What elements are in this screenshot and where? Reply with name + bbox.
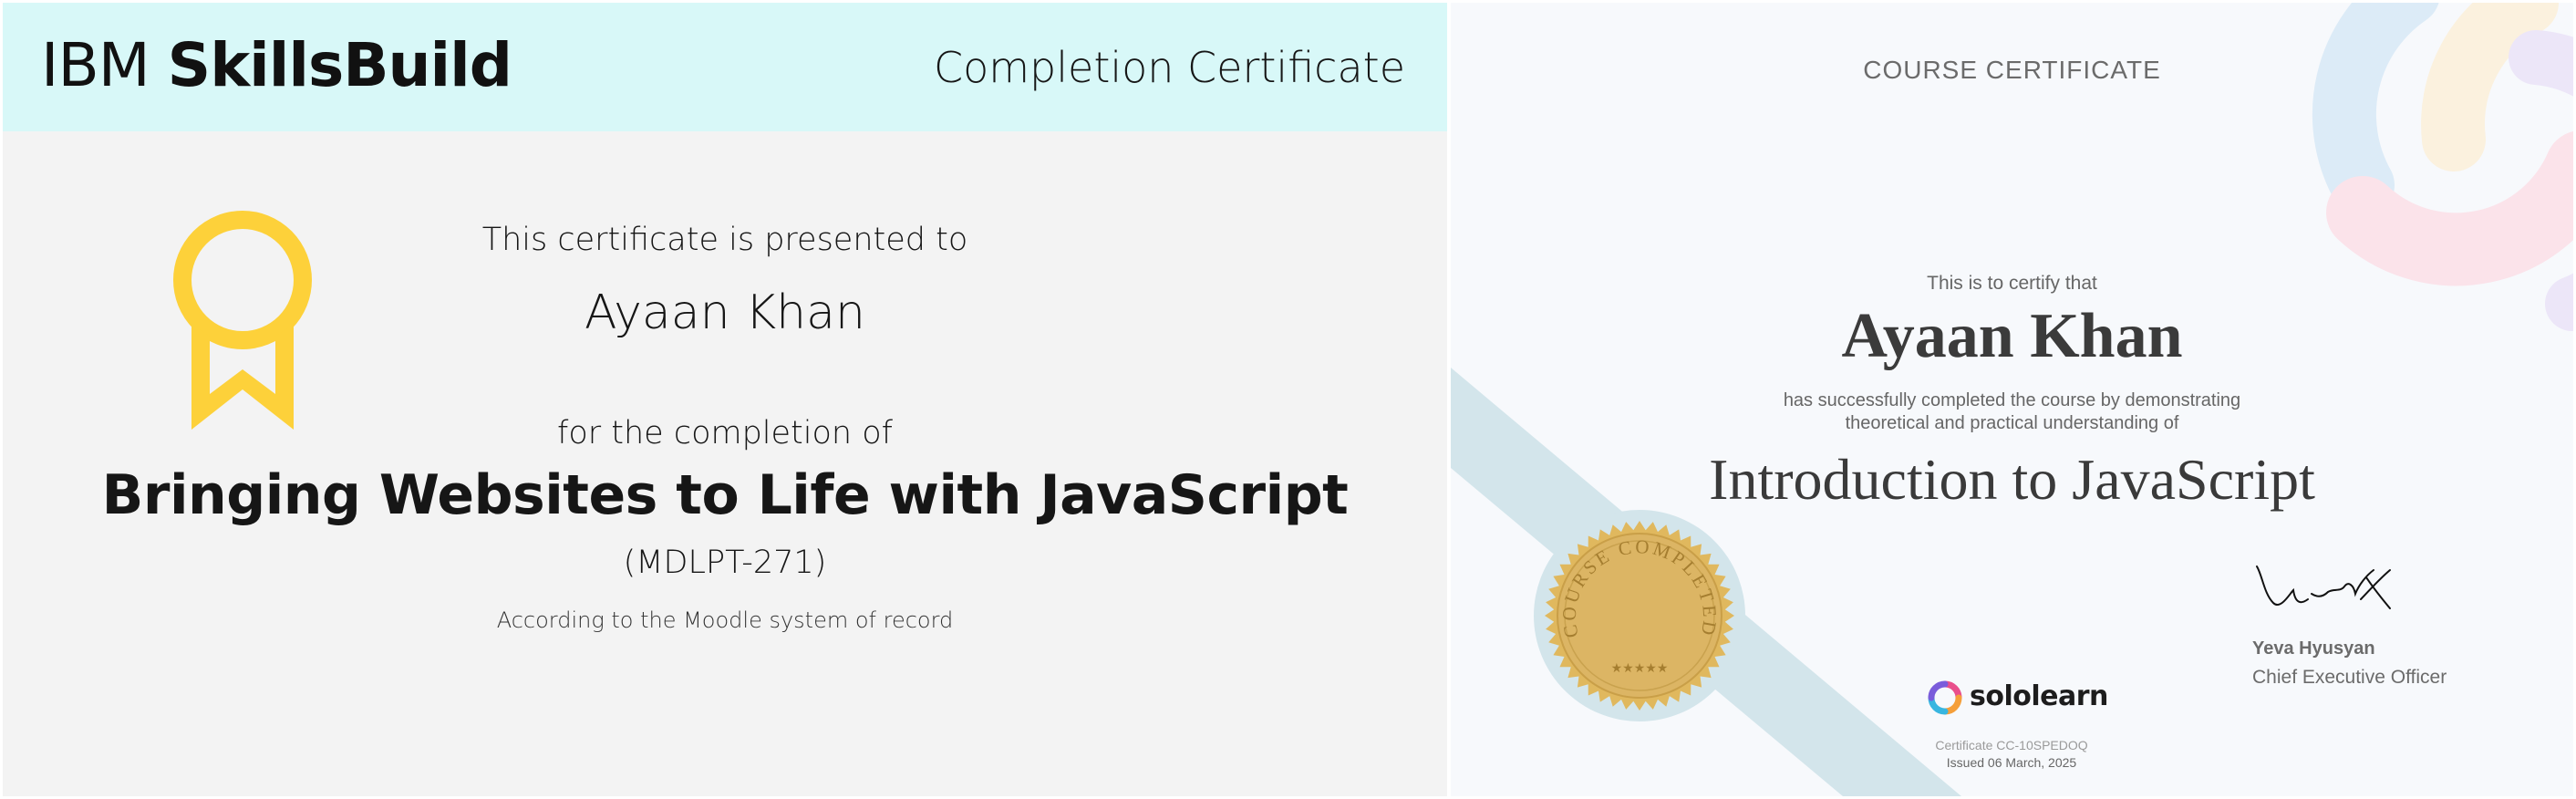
recipient-name: Ayaan Khan	[1841, 301, 2183, 371]
completion-description: has successfully completed the course by…	[1783, 390, 2241, 410]
ibm-skillsbuild-logo: IBM SkillsBuild	[41, 30, 512, 100]
completion-description-continued: theoretical and practical understanding …	[1845, 413, 2179, 433]
signer-role: Chief Executive Officer	[2252, 667, 2447, 688]
sololearn-certificate: COURSE CERTIFICATE This is to certify th…	[1451, 3, 2573, 796]
certificate-heading: COURSE CERTIFICATE	[1863, 56, 2161, 84]
course-title: Bringing Websites to Life with JavaScrip…	[101, 463, 1349, 527]
recipient-name: Ayaan Khan	[585, 285, 865, 340]
ibm-skillsbuild-certificate: IBM SkillsBuild Completion Certificate T…	[3, 3, 1447, 796]
ibm-certificate-title: Completion Certificate	[933, 43, 1405, 92]
signer-name: Yeva Hyusyan	[2252, 638, 2375, 659]
certify-label: This is to certify that	[1927, 273, 2097, 294]
ibm-certificate-header: IBM SkillsBuild Completion Certificate	[3, 3, 1447, 131]
ibm-brand-name: SkillsBuild	[167, 30, 512, 100]
presented-to-label: This certificate is presented to	[481, 222, 968, 258]
sololearn-logo-icon	[1928, 680, 1962, 715]
ibm-brand-prefix: IBM	[41, 30, 168, 100]
record-note: According to the Moodle system of record	[496, 607, 954, 633]
issue-date: Issued 06 March, 2025	[1946, 755, 2077, 770]
gold-seal-icon: COURSE COMPLETED ★★★★★	[1534, 510, 1745, 721]
sololearn-logo-text: sololearn	[1970, 680, 2108, 712]
seal-stars: ★★★★★	[1611, 661, 1669, 676]
course-title: Introduction to JavaScript	[1709, 447, 2315, 512]
course-code: (MDLPT-271)	[623, 545, 827, 581]
sololearn-logo: sololearn	[1928, 679, 2108, 719]
completion-of-label: for the completion of	[557, 415, 893, 451]
certificate-id: Certificate CC-10SPEDOQ	[1935, 738, 2088, 752]
signature-icon	[2256, 566, 2391, 609]
